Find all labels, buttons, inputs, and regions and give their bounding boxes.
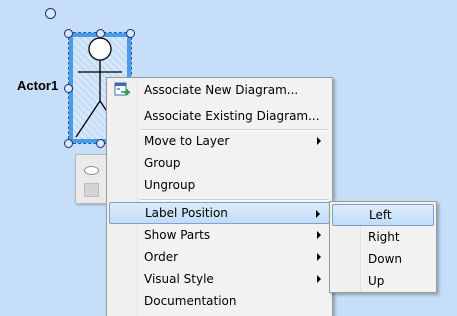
menu-item-move-to-layer[interactable]: Move to Layer [109,130,330,152]
submenu-arrow-icon [317,253,321,261]
submenu-item-left[interactable]: Left [332,204,434,226]
shape-mini-toolbar[interactable] [75,154,109,204]
menu-item-associate-new-diagram[interactable]: Associate New Diagram... [109,79,330,101]
menu-item-label: Show Parts [144,228,211,242]
actor-name-label[interactable]: Actor1 [17,78,58,93]
submenu-arrow-icon [317,275,321,283]
rotate-handle[interactable] [45,8,56,19]
menu-item-label: Down [368,252,403,266]
menu-item-group[interactable]: Group [109,152,330,174]
context-menu: Associate New Diagram... Associate Exist… [106,77,333,316]
resize-handle-bottom-left[interactable] [64,139,73,148]
menu-item-label: Order [144,250,179,264]
menu-item-label: Associate New Diagram... [144,83,299,97]
menu-item-label: Right [368,230,400,244]
square-shape-icon[interactable] [84,183,99,197]
oval-shape-icon[interactable] [84,166,99,175]
resize-handle-bottom[interactable] [96,139,105,148]
menu-item-ungroup[interactable]: Ungroup [109,174,330,196]
menu-item-documentation[interactable]: Documentation [109,290,330,312]
menu-item-label: Move to Layer [144,134,230,148]
submenu-item-down[interactable]: Down [332,248,434,270]
submenu-arrow-icon [317,137,321,145]
menu-item-show-parts[interactable]: Show Parts [109,224,330,246]
menu-item-label: Documentation [144,294,237,308]
submenu-arrow-icon [316,210,320,218]
submenu-item-right[interactable]: Right [332,226,434,248]
menu-item-label: Ungroup [144,178,196,192]
menu-item-label-position[interactable]: Label Position [109,202,330,224]
menu-item-label: Visual Style [144,272,214,286]
submenu-item-up[interactable]: Up [332,270,434,292]
menu-item-order[interactable]: Order [109,246,330,268]
menu-item-visual-style[interactable]: Visual Style [109,268,330,290]
menu-separator [140,199,329,201]
menu-item-label: Left [369,208,392,222]
label-position-submenu: Left Right Down Up [329,201,437,293]
new-diagram-plus-icon [114,82,130,96]
menu-item-label: Associate Existing Diagram... [144,109,320,123]
submenu-arrow-icon [317,231,321,239]
menu-item-associate-existing-diagram[interactable]: Associate Existing Diagram... [109,105,330,127]
menu-item-label: Label Position [145,206,228,220]
menu-item-label: Group [144,156,181,170]
menu-item-label: Up [368,274,385,288]
